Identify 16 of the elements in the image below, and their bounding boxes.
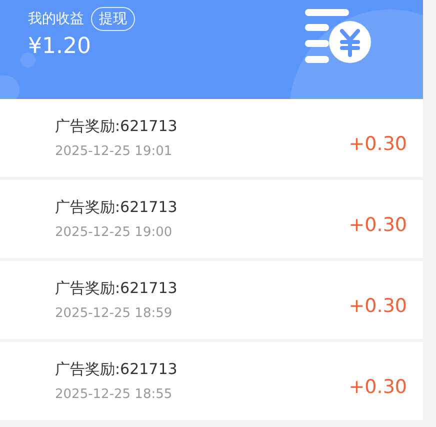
record-time: 2025-12-25 18:55 (55, 387, 174, 402)
record-amount: +0.30 (348, 376, 407, 398)
balance-amount: ¥1.20 (28, 34, 92, 59)
money-list-icon (305, 9, 371, 63)
record-amount: +0.30 (348, 295, 407, 317)
earnings-label: 我的收益 (28, 10, 84, 28)
record-title: 广告奖励:621713 (55, 117, 178, 136)
record-time: 2025-12-25 19:01 (55, 144, 174, 159)
record-title: 广告奖励:621713 (55, 360, 178, 379)
record-title: 广告奖励:621713 (55, 198, 178, 217)
record-time: 2025-12-25 18:59 (55, 306, 174, 321)
record-time: 2025-12-25 19:00 (55, 225, 174, 240)
withdraw-button[interactable]: 提现 (91, 7, 135, 31)
record-amount: +0.30 (348, 214, 407, 236)
record-amount: +0.30 (348, 133, 407, 155)
record-title: 广告奖励:621713 (55, 279, 178, 298)
